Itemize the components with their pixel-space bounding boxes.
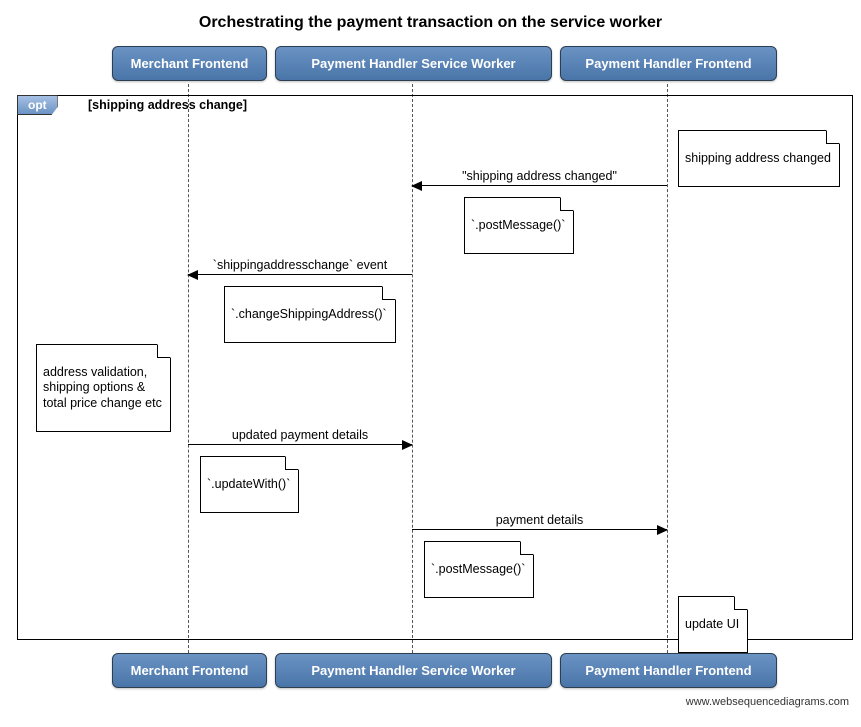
note-shipping-address-changed: shipping address changed xyxy=(678,130,840,187)
note-change-shipping-address: `.changeShippingAddress()` xyxy=(224,286,396,343)
participant-merchant-bottom: Merchant Frontend xyxy=(112,653,267,688)
message-shippingaddresschange-event: `shippingaddresschange` event xyxy=(188,274,412,275)
diagram-stage: Merchant Frontend Payment Handler Servic… xyxy=(8,46,853,706)
participant-merchant-top: Merchant Frontend xyxy=(112,46,267,81)
participant-service-worker-bottom: Payment Handler Service Worker xyxy=(275,653,552,688)
message-updated-payment-details: updated payment details xyxy=(188,444,412,445)
message-label: payment details xyxy=(412,513,667,527)
note-update-ui: update UI xyxy=(678,596,748,653)
participant-handler-frontend-top: Payment Handler Frontend xyxy=(560,46,777,81)
participant-service-worker-top: Payment Handler Service Worker xyxy=(275,46,552,81)
message-shipping-address-changed: "shipping address changed" xyxy=(412,185,667,186)
note-text: `.updateWith()` xyxy=(207,477,290,491)
note-text: update UI xyxy=(685,617,739,631)
watermark: www.websequencediagrams.com xyxy=(686,696,849,708)
note-postmessage-1: `.postMessage()` xyxy=(464,197,574,254)
message-payment-details: payment details xyxy=(412,529,667,530)
diagram-title: Orchestrating the payment transaction on… xyxy=(8,14,853,32)
participant-handler-frontend-bottom: Payment Handler Frontend xyxy=(560,653,777,688)
message-label: "shipping address changed" xyxy=(412,169,667,183)
note-text: `.changeShippingAddress()` xyxy=(231,307,387,321)
note-text: address validation, shipping options & t… xyxy=(43,365,162,410)
message-label: `shippingaddresschange` event xyxy=(188,258,412,272)
note-text: `.postMessage()` xyxy=(471,218,565,232)
note-address-validation: address validation, shipping options & t… xyxy=(36,344,171,432)
fragment-tag: opt xyxy=(17,95,58,115)
note-postmessage-2: `.postMessage()` xyxy=(424,541,534,598)
message-label: updated payment details xyxy=(188,428,412,442)
note-update-with: `.updateWith()` xyxy=(200,456,299,513)
note-text: `.postMessage()` xyxy=(431,562,525,576)
note-text: shipping address changed xyxy=(685,151,831,165)
fragment-guard: [shipping address change] xyxy=(88,98,247,112)
